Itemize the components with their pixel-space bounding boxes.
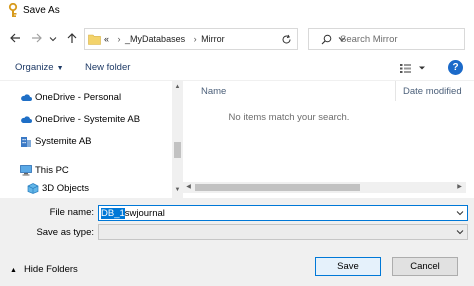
scroll-left-icon[interactable]: ◀ xyxy=(185,184,192,191)
tree-item-onedrive-systemite[interactable]: OneDrive - Systemite AB xyxy=(0,112,172,128)
chevron-right-icon[interactable]: › xyxy=(194,34,197,44)
breadcrumb-item-mydatabases[interactable]: _MyDatabases xyxy=(125,34,185,44)
address-bar[interactable]: « › _MyDatabases › Mirror xyxy=(84,28,346,50)
breadcrumb-item-mirror[interactable]: Mirror xyxy=(201,34,225,44)
breadcrumb-overflow[interactable]: « xyxy=(104,34,109,44)
hide-folders-button[interactable]: ▲ Hide Folders xyxy=(10,264,78,275)
refresh-button[interactable] xyxy=(276,28,298,50)
breadcrumb: « › _MyDatabases › Mirror xyxy=(104,34,227,44)
organize-label: Organize xyxy=(15,62,54,73)
key-icon xyxy=(8,3,18,17)
help-button[interactable]: ? xyxy=(448,60,463,75)
window-title: Save As xyxy=(23,5,60,16)
file-name-selection: DB_1 xyxy=(101,208,125,219)
cancel-button[interactable]: Cancel xyxy=(392,257,458,276)
chevron-down-icon[interactable] xyxy=(456,229,464,235)
column-header-name[interactable]: Name xyxy=(201,86,226,97)
tree-vertical-scrollbar[interactable]: ▲ ▼ xyxy=(172,81,183,198)
title-bar: Save As xyxy=(0,0,474,22)
column-header-date-modified[interactable]: Date modified xyxy=(403,86,462,97)
scroll-down-icon[interactable]: ▼ xyxy=(174,187,181,193)
scroll-right-icon[interactable]: ▶ xyxy=(456,184,463,191)
tree-item-onedrive-personal[interactable]: OneDrive - Personal xyxy=(0,90,172,106)
command-bar: Organize ▼ New folder ? xyxy=(0,57,474,79)
cloud-icon xyxy=(21,94,32,101)
tree-item-label: Systemite AB xyxy=(35,136,92,147)
tree-item-label: OneDrive - Systemite AB xyxy=(35,114,141,125)
computer-icon xyxy=(20,165,32,176)
view-options-icon[interactable] xyxy=(400,63,426,73)
file-name-field[interactable]: DB_1swjournal xyxy=(98,205,468,221)
chevron-right-icon[interactable]: › xyxy=(118,34,121,44)
refresh-icon xyxy=(282,34,291,44)
file-name-rest: swjournal xyxy=(124,208,165,219)
column-divider[interactable] xyxy=(395,81,396,101)
arrow-right-icon xyxy=(32,33,42,43)
file-name-label: File name: xyxy=(49,207,94,218)
list-horizontal-scrollbar[interactable]: ◀ ▶ xyxy=(183,182,466,193)
navigation-tree: OneDrive - Personal OneDrive - Systemite… xyxy=(0,81,172,198)
search-box[interactable]: Search Mirror xyxy=(308,28,465,50)
save-options-panel: File name: DB_1swjournal Save as type: ▲… xyxy=(0,198,474,286)
main-pane: OneDrive - Personal OneDrive - Systemite… xyxy=(0,80,474,198)
chevron-down-icon[interactable] xyxy=(456,210,464,216)
search-input[interactable]: Search Mirror xyxy=(340,34,398,45)
new-folder-button[interactable]: New folder xyxy=(85,62,130,73)
tree-item-3d-objects[interactable]: 3D Objects xyxy=(0,181,172,197)
caret-down-icon: ▼ xyxy=(56,65,64,72)
up-button[interactable] xyxy=(65,31,79,45)
organize-button[interactable]: Organize ▼ xyxy=(15,62,64,73)
tree-item-label: This PC xyxy=(35,165,69,176)
tree-item-systemite-ab[interactable]: Systemite AB xyxy=(0,134,172,150)
back-button[interactable] xyxy=(8,31,22,45)
recent-locations-button[interactable] xyxy=(48,34,58,44)
navigation-bar: « › _MyDatabases › Mirror Search Mirror xyxy=(0,25,474,53)
tree-item-this-pc[interactable]: This PC xyxy=(0,163,172,179)
arrow-left-icon xyxy=(10,33,20,43)
file-name-value: DB_1swjournal xyxy=(101,208,165,219)
hide-folders-label: Hide Folders xyxy=(23,264,78,275)
forward-button[interactable] xyxy=(30,31,44,45)
scrollbar-thumb[interactable] xyxy=(174,142,181,158)
scrollbar-thumb[interactable] xyxy=(195,184,360,191)
tree-item-label: OneDrive - Personal xyxy=(35,92,122,103)
file-list: Name Date modified No items match your s… xyxy=(183,81,474,198)
save-button[interactable]: Save xyxy=(315,257,381,276)
cloud-icon xyxy=(21,116,32,123)
scroll-up-icon[interactable]: ▲ xyxy=(174,84,181,90)
save-as-type-label: Save as type: xyxy=(36,227,94,238)
chevron-down-icon xyxy=(49,37,57,42)
search-icon xyxy=(321,34,332,45)
folder-icon xyxy=(88,34,101,45)
arrow-up-icon xyxy=(67,33,77,43)
building-icon xyxy=(21,137,31,147)
tree-item-label: 3D Objects xyxy=(42,183,89,194)
cube-icon xyxy=(27,183,39,194)
chevron-up-icon: ▲ xyxy=(10,267,17,274)
empty-message: No items match your search. xyxy=(228,112,350,123)
save-as-type-select[interactable] xyxy=(98,224,468,240)
